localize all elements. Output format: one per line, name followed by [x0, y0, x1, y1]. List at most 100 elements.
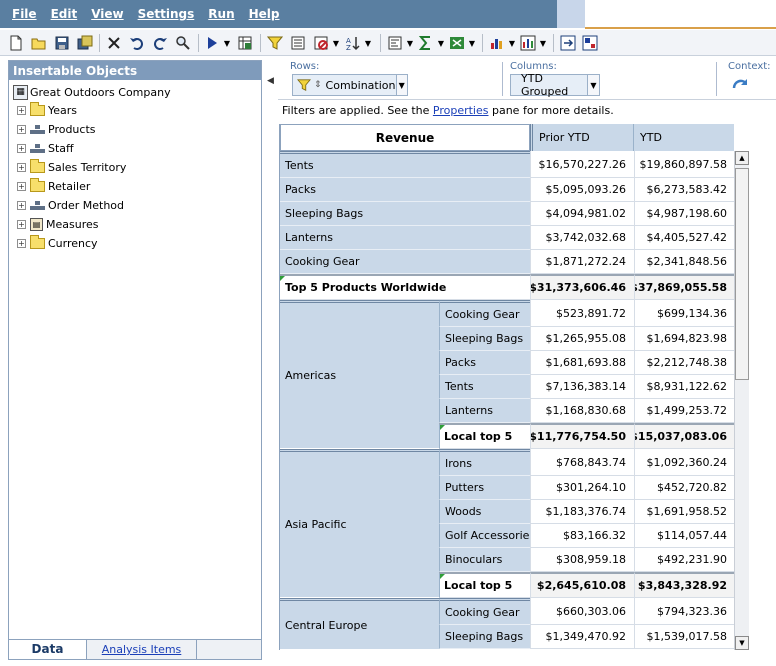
row-group-americas[interactable]: Americas	[280, 300, 439, 449]
expand-icon[interactable]: +	[17, 219, 26, 229]
row-header-tents[interactable]: Tents	[439, 375, 530, 399]
redo-icon[interactable]	[150, 33, 170, 53]
expand-icon[interactable]: +	[17, 105, 26, 115]
menu-file[interactable]: File	[12, 7, 37, 21]
chart-type-dropdown-arrow[interactable]: ▼	[539, 33, 547, 53]
folder-icon	[30, 234, 45, 249]
filter-icon[interactable]	[265, 33, 285, 53]
scroll-thumb[interactable]	[735, 168, 749, 380]
rows-selector[interactable]: ⇕ Combination ▼	[292, 74, 408, 96]
row-header-packs[interactable]: Packs	[439, 351, 530, 375]
chart-type-icon[interactable]	[518, 33, 538, 53]
toolbar-separator	[553, 34, 554, 52]
tree-item-staff[interactable]: + Staff	[17, 140, 74, 156]
row-header-packs[interactable]: Packs	[280, 178, 530, 202]
vertical-scrollbar[interactable]: ▲ ▼	[734, 151, 749, 650]
refresh-icon[interactable]	[730, 76, 750, 96]
tree-item-products[interactable]: + Products	[17, 121, 96, 137]
row-header-golf-accessories[interactable]: Golf Accessories	[439, 524, 530, 548]
row-header-woods[interactable]: Woods	[439, 500, 530, 524]
row-header-sleeping-bags[interactable]: Sleeping Bags	[439, 327, 530, 351]
format-dropdown-arrow[interactable]: ▼	[406, 33, 414, 53]
menu-edit[interactable]: Edit	[51, 7, 78, 21]
chart-icon[interactable]	[487, 33, 507, 53]
swap-icon[interactable]: AZ	[343, 33, 363, 53]
tree-item-years[interactable]: + Years	[17, 101, 77, 118]
expand-icon[interactable]: +	[17, 124, 26, 134]
columns-selector[interactable]: YTD Grouped ▼	[510, 72, 600, 98]
run-icon[interactable]	[202, 33, 222, 53]
tree-item-order-method[interactable]: + Order Method	[17, 197, 124, 213]
row-group-central-europe[interactable]: Central Europe	[280, 598, 439, 650]
suppress-dropdown-arrow[interactable]: ▼	[332, 33, 340, 53]
row-header-irons[interactable]: Irons	[439, 449, 530, 476]
tree-item-measures[interactable]: + ▤ Measures	[17, 216, 98, 232]
save-icon[interactable]	[52, 33, 72, 53]
toolbar: ▼ ▼ AZ ▼ ▼ ▼ ▼ ▼ ▼	[0, 30, 776, 56]
tree-item-retailer[interactable]: + Retailer	[17, 177, 90, 194]
layout-icon[interactable]	[580, 33, 600, 53]
scroll-up-icon[interactable]: ▲	[735, 151, 749, 165]
column-header-ytd[interactable]: YTD	[634, 124, 734, 151]
expand-icon[interactable]: +	[17, 181, 26, 191]
open-icon[interactable]	[29, 33, 49, 53]
row-header-binoculars[interactable]: Binoculars	[439, 548, 530, 572]
row-header-sleeping-bags[interactable]: Sleeping Bags	[439, 625, 530, 649]
excel-dropdown-arrow[interactable]: ▼	[468, 33, 476, 53]
row-group-asia-pacific[interactable]: Asia Pacific	[280, 449, 439, 598]
dimension-icon	[30, 143, 45, 154]
column-header-prior-ytd[interactable]: Prior YTD	[530, 124, 634, 151]
row-header-cooking-gear[interactable]: Cooking Gear	[439, 300, 530, 327]
row-header-lanterns[interactable]: Lanterns	[280, 226, 530, 250]
tree-root[interactable]: ▦ Great Outdoors Company	[13, 85, 171, 100]
format-icon[interactable]	[385, 33, 405, 53]
expand-icon[interactable]: +	[17, 238, 26, 248]
cell-ytd: $4,405,527.42	[634, 226, 734, 250]
run-dropdown-arrow[interactable]: ▼	[223, 33, 231, 53]
row-header-cooking-gear[interactable]: Cooking Gear	[280, 250, 530, 274]
row-header-lanterns[interactable]: Lanterns	[439, 399, 530, 423]
delete-icon[interactable]	[104, 33, 124, 53]
row-header-local-top5[interactable]: Local top 5	[439, 423, 530, 449]
expand-icon[interactable]: +	[17, 200, 26, 210]
row-header-local-top5[interactable]: Local top 5	[439, 572, 530, 598]
row-header-cooking-gear[interactable]: Cooking Gear	[439, 598, 530, 625]
insert-icon[interactable]	[235, 33, 255, 53]
properties-link[interactable]: Properties	[433, 104, 489, 117]
row-header-sleeping-bags[interactable]: Sleeping Bags	[280, 202, 530, 226]
chart-dropdown-arrow[interactable]: ▼	[508, 33, 516, 53]
save-as-icon[interactable]	[75, 33, 95, 53]
rows-dropdown-arrow[interactable]: ▼	[395, 75, 407, 95]
swap-dropdown-arrow[interactable]: ▼	[364, 33, 372, 53]
new-icon[interactable]	[6, 33, 26, 53]
suppress-icon[interactable]	[311, 33, 331, 53]
find-icon[interactable]	[173, 33, 193, 53]
corner-header[interactable]: Revenue	[280, 124, 530, 151]
collapse-left-icon[interactable]: ◀	[267, 76, 274, 86]
expand-icon[interactable]: +	[17, 143, 26, 153]
row-header-top5-total[interactable]: Top 5 Products Worldwide	[280, 274, 530, 300]
menu-run[interactable]: Run	[208, 7, 234, 21]
tree-item-currency[interactable]: + Currency	[17, 234, 98, 251]
excel-icon[interactable]	[447, 33, 467, 53]
panel-splitter[interactable]: ◀	[266, 58, 275, 662]
tree-item-sales-territory[interactable]: + Sales Territory	[17, 158, 126, 175]
row-header-tents[interactable]: Tents	[280, 151, 530, 178]
tree-item-label: Measures	[46, 217, 99, 231]
sort-icon[interactable]	[288, 33, 308, 53]
columns-dropdown-arrow[interactable]: ▼	[587, 75, 599, 95]
undo-icon[interactable]	[127, 33, 147, 53]
sum-dropdown-arrow[interactable]: ▼	[437, 33, 445, 53]
row-header-putters[interactable]: Putters	[439, 476, 530, 500]
expand-icon[interactable]: +	[17, 162, 26, 172]
menu-settings[interactable]: Settings	[138, 7, 195, 21]
tab-analysis-items[interactable]: Analysis Items	[87, 640, 197, 659]
scroll-down-icon[interactable]: ▼	[735, 636, 749, 650]
menu-view[interactable]: View	[91, 7, 123, 21]
menu-help[interactable]: Help	[249, 7, 280, 21]
explore-icon[interactable]	[558, 33, 578, 53]
measure-icon: ▤	[30, 217, 43, 231]
cell-ytd: $1,694,823.98	[634, 327, 734, 351]
sum-icon[interactable]	[416, 33, 436, 53]
tab-data[interactable]: Data	[9, 640, 87, 659]
